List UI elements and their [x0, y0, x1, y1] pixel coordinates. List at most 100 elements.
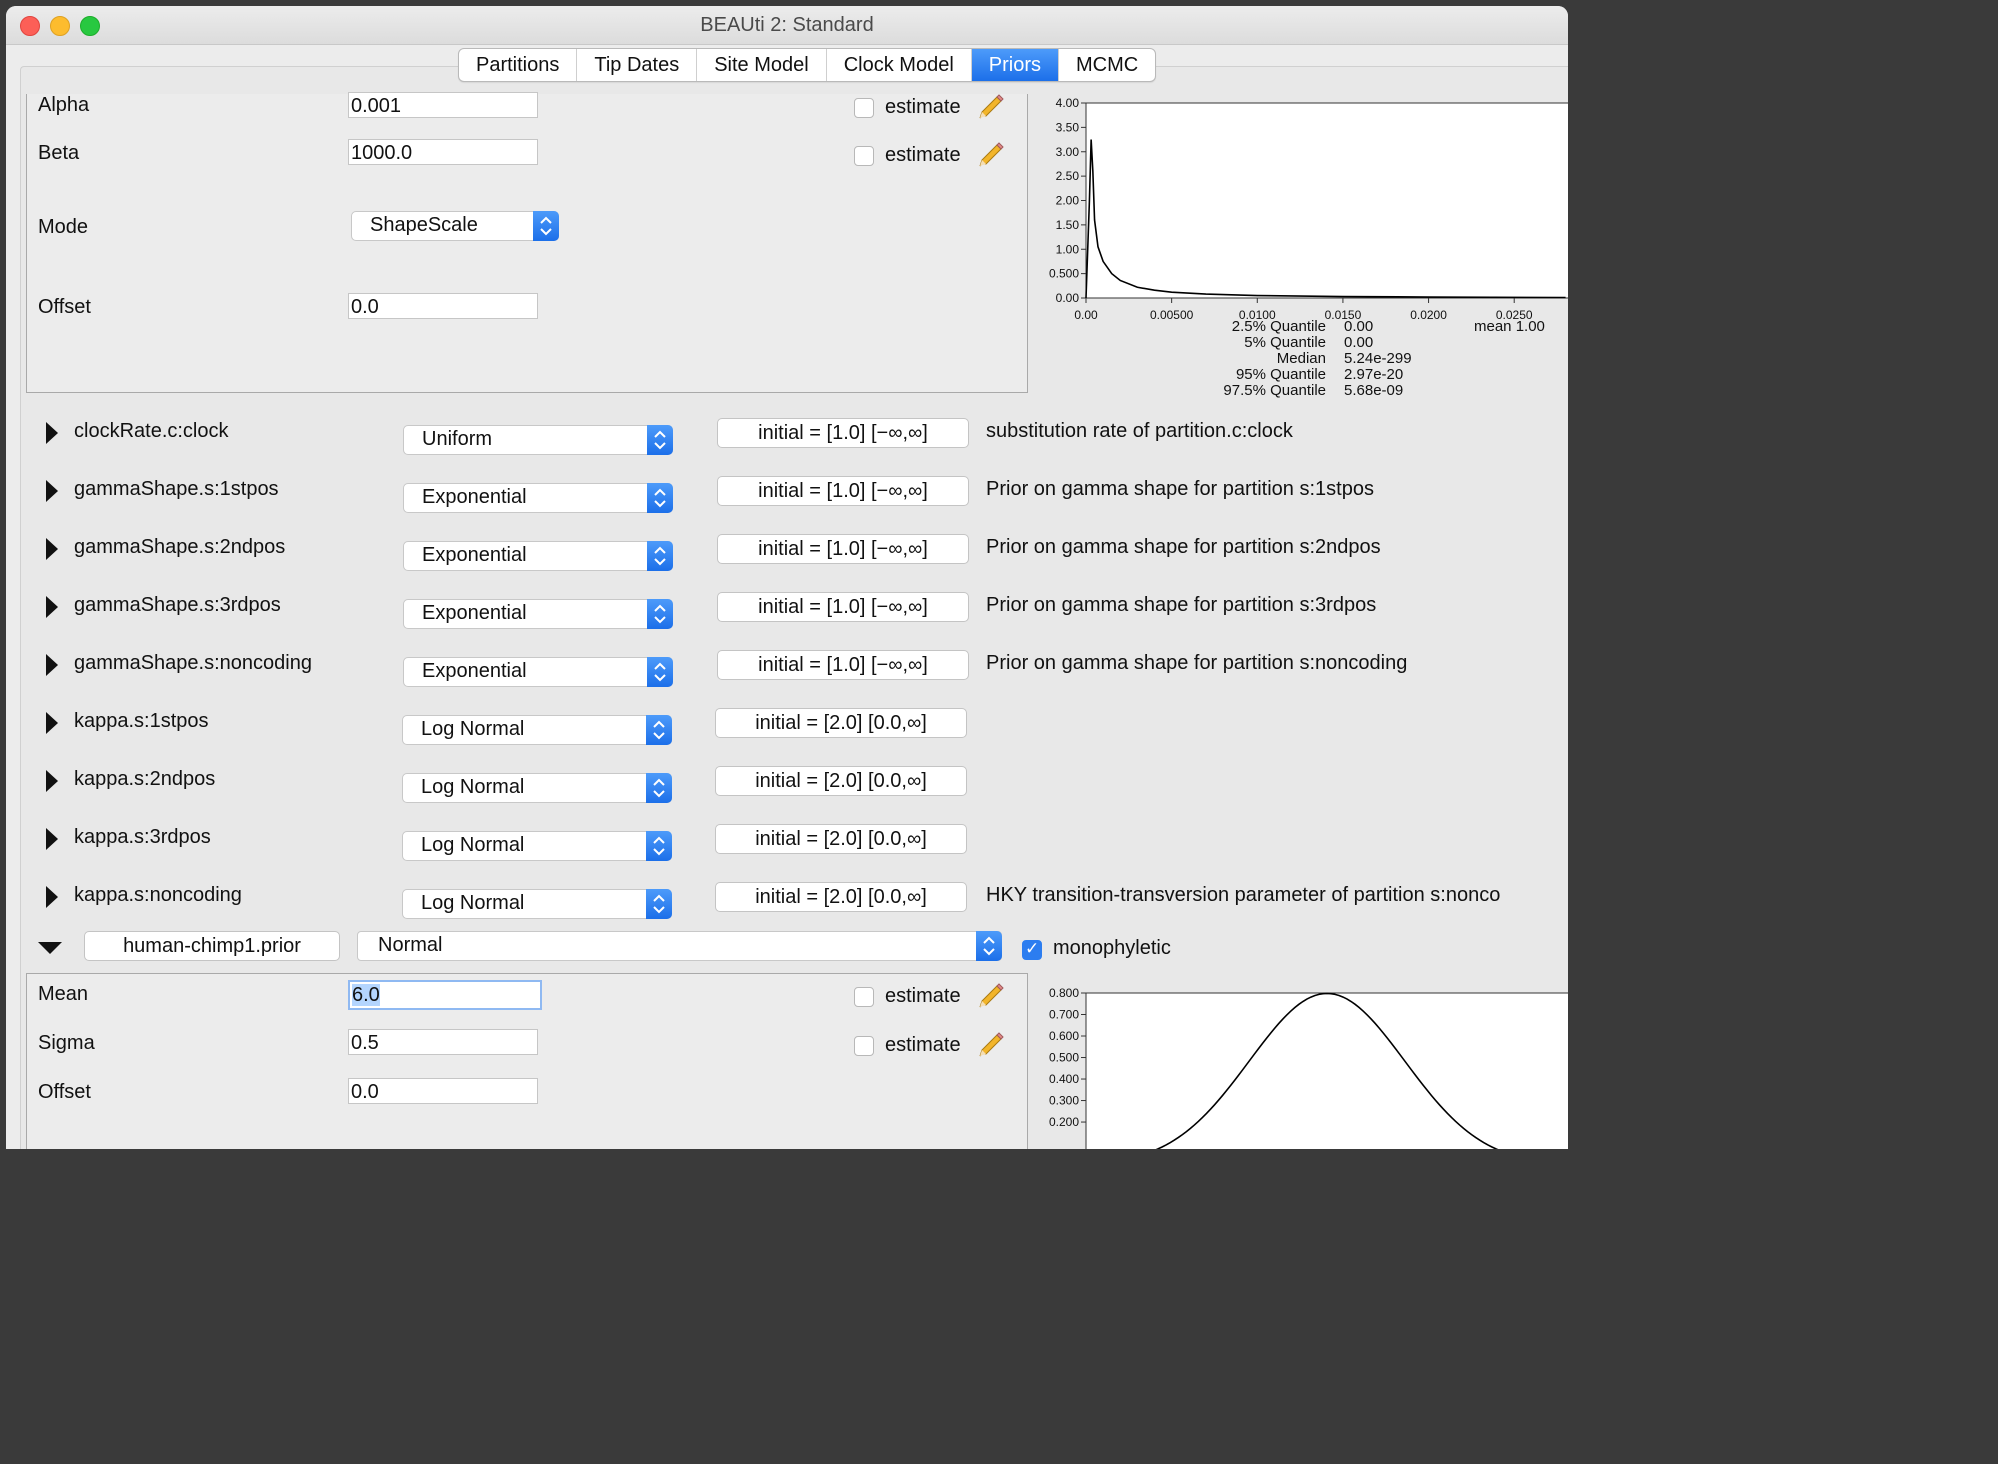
monophyletic-checkbox[interactable]: [1022, 939, 1042, 960]
alpha-estimate-checkbox[interactable]: [854, 98, 874, 118]
chevron-updown-icon: [976, 931, 1002, 961]
mean-estimate-label: estimate: [885, 985, 961, 1007]
prior-distribution-select[interactable]: Uniform: [403, 425, 673, 455]
prior-distribution-select[interactable]: Log Normal: [402, 889, 672, 919]
y-tick-label: 0.500: [1049, 1051, 1079, 1065]
initial-value-button[interactable]: initial = [2.0] [0.0,∞]: [715, 882, 967, 912]
chevron-updown-icon: [646, 715, 672, 745]
expand-triangle-icon[interactable]: [46, 770, 58, 792]
taxon-set-button[interactable]: human-chimp1.prior: [84, 931, 340, 961]
y-tick-label: 0.600: [1049, 1029, 1079, 1043]
beta-value: 1000.0: [351, 142, 413, 164]
prior-name: clockRate.c:clock: [74, 420, 229, 442]
mode-select[interactable]: ShapeScale: [351, 211, 559, 241]
tab-partitions[interactable]: Partitions: [459, 49, 578, 81]
y-tick-label: 0.800: [1049, 986, 1079, 1000]
prior-name: gammaShape.s:2ndpos: [74, 536, 286, 558]
expand-triangle-icon[interactable]: [46, 712, 58, 734]
expand-triangle-icon[interactable]: [46, 596, 58, 618]
prior-name: kappa.s:3rdpos: [74, 826, 211, 848]
offset-input[interactable]: 0.0: [348, 293, 538, 319]
mrca-distribution-select[interactable]: Normal: [357, 931, 1002, 961]
sigma-edit-pencil-icon[interactable]: [976, 1030, 1004, 1058]
plot-area: [1086, 103, 1568, 298]
chevron-updown-icon: [647, 483, 673, 513]
mean-edit-pencil-icon[interactable]: [976, 981, 1004, 1009]
y-tick-label: 0.400: [1049, 1072, 1079, 1086]
chevron-updown-icon: [533, 211, 559, 241]
prior-name: kappa.s:2ndpos: [74, 768, 216, 790]
initial-value-button[interactable]: initial = [2.0] [0.0,∞]: [715, 766, 967, 796]
y-tick-label: 3.50: [1056, 120, 1080, 134]
chevron-updown-icon: [647, 599, 673, 629]
tab-site-model[interactable]: Site Model: [697, 49, 827, 81]
tab-tip-dates[interactable]: Tip Dates: [577, 49, 698, 81]
median-label: Median: [1276, 350, 1326, 367]
beta-estimate-checkbox[interactable]: [854, 146, 874, 166]
prior-distribution-value: Exponential: [422, 660, 527, 682]
tab-priors[interactable]: Priors: [971, 49, 1059, 81]
initial-value-button[interactable]: initial = [1.0] [−∞,∞]: [717, 418, 969, 448]
prior-distribution-select[interactable]: Log Normal: [402, 773, 672, 803]
mode-value: ShapeScale: [370, 214, 478, 236]
prior-distribution-select[interactable]: Log Normal: [402, 715, 672, 745]
chevron-updown-icon: [647, 541, 673, 571]
initial-value-button[interactable]: initial = [2.0] [0.0,∞]: [715, 708, 967, 738]
y-tick-label: 1.50: [1056, 218, 1080, 232]
prior-distribution-value: Exponential: [422, 544, 527, 566]
y-tick-label: 2.50: [1056, 169, 1080, 183]
expand-triangle-icon[interactable]: [46, 480, 58, 502]
prior-distribution-value: Exponential: [422, 486, 527, 508]
mean-input[interactable]: 6.0: [348, 980, 542, 1010]
expand-triangle-icon[interactable]: [46, 654, 58, 676]
prior-description: Prior on gamma shape for partition s:1st…: [986, 478, 1374, 500]
y-tick-label: 3.00: [1056, 145, 1080, 159]
prior-description: Prior on gamma shape for partition s:3rd…: [986, 594, 1377, 616]
beta-edit-pencil-icon[interactable]: [976, 140, 1004, 168]
prior-distribution-value: Log Normal: [421, 892, 525, 914]
initial-value-button[interactable]: initial = [1.0] [−∞,∞]: [717, 650, 969, 680]
window-title: BEAUti 2: Standard: [700, 14, 874, 36]
initial-value-button[interactable]: initial = [1.0] [−∞,∞]: [717, 534, 969, 564]
expand-triangle-icon[interactable]: [46, 422, 58, 444]
beta-label: Beta: [38, 142, 80, 164]
alpha-edit-pencil-icon[interactable]: [976, 92, 1004, 120]
prior-name: gammaShape.s:1stpos: [74, 478, 279, 500]
tab-mcmc[interactable]: MCMC: [1059, 49, 1155, 81]
q2-5-label: 2.5% Quantile: [1231, 318, 1326, 335]
sigma-input[interactable]: 0.5: [348, 1029, 538, 1055]
prior-distribution-select[interactable]: Log Normal: [402, 831, 672, 861]
median-value: 5.24e-299: [1344, 350, 1412, 367]
chevron-updown-icon: [647, 425, 673, 455]
alpha-input[interactable]: 0.001: [348, 92, 538, 118]
tab-bar: Partitions Tip Dates Site Model Clock Mo…: [458, 48, 1157, 82]
monophyletic-label: monophyletic: [1053, 937, 1171, 959]
prior-distribution-select[interactable]: Exponential: [403, 599, 673, 629]
mrca-distribution-value: Normal: [378, 934, 443, 956]
x-tick-label: 0.00: [1074, 308, 1098, 320]
prior-description: substitution rate of partition.c:clock: [986, 420, 1293, 442]
expand-triangle-icon[interactable]: [46, 828, 58, 850]
quantile-stats: 2.5% Quantile 0.00 5% Quantile 0.00 Medi…: [1146, 319, 1566, 403]
sigma-estimate-checkbox[interactable]: [854, 1036, 874, 1056]
tab-clock-model[interactable]: Clock Model: [827, 49, 972, 81]
prior-distribution-select[interactable]: Exponential: [403, 541, 673, 571]
initial-value-button[interactable]: initial = [1.0] [−∞,∞]: [717, 476, 969, 506]
beta-input[interactable]: 1000.0: [348, 139, 538, 165]
collapse-triangle-icon[interactable]: [38, 942, 62, 954]
initial-value-button[interactable]: initial = [2.0] [0.0,∞]: [715, 824, 967, 854]
prior-distribution-select[interactable]: Exponential: [403, 483, 673, 513]
alpha-estimate-label: estimate: [885, 96, 961, 118]
mean-value: mean 1.00: [1474, 318, 1545, 335]
q95-value: 2.97e-20: [1344, 366, 1404, 383]
mean-estimate-checkbox[interactable]: [854, 987, 874, 1007]
initial-value-button[interactable]: initial = [1.0] [−∞,∞]: [717, 592, 969, 622]
prior-distribution-select[interactable]: Exponential: [403, 657, 673, 687]
offset-label: Offset: [38, 296, 91, 318]
expand-triangle-icon[interactable]: [46, 538, 58, 560]
beauti-window: BEAUti 2: Standard Partitions Tip Dates …: [6, 6, 1568, 1149]
expand-triangle-icon[interactable]: [46, 886, 58, 908]
offset-input-bottom[interactable]: 0.0: [348, 1078, 538, 1104]
q5-label: 5% Quantile: [1244, 334, 1326, 351]
q97-5-label: 97.5% Quantile: [1223, 382, 1326, 399]
